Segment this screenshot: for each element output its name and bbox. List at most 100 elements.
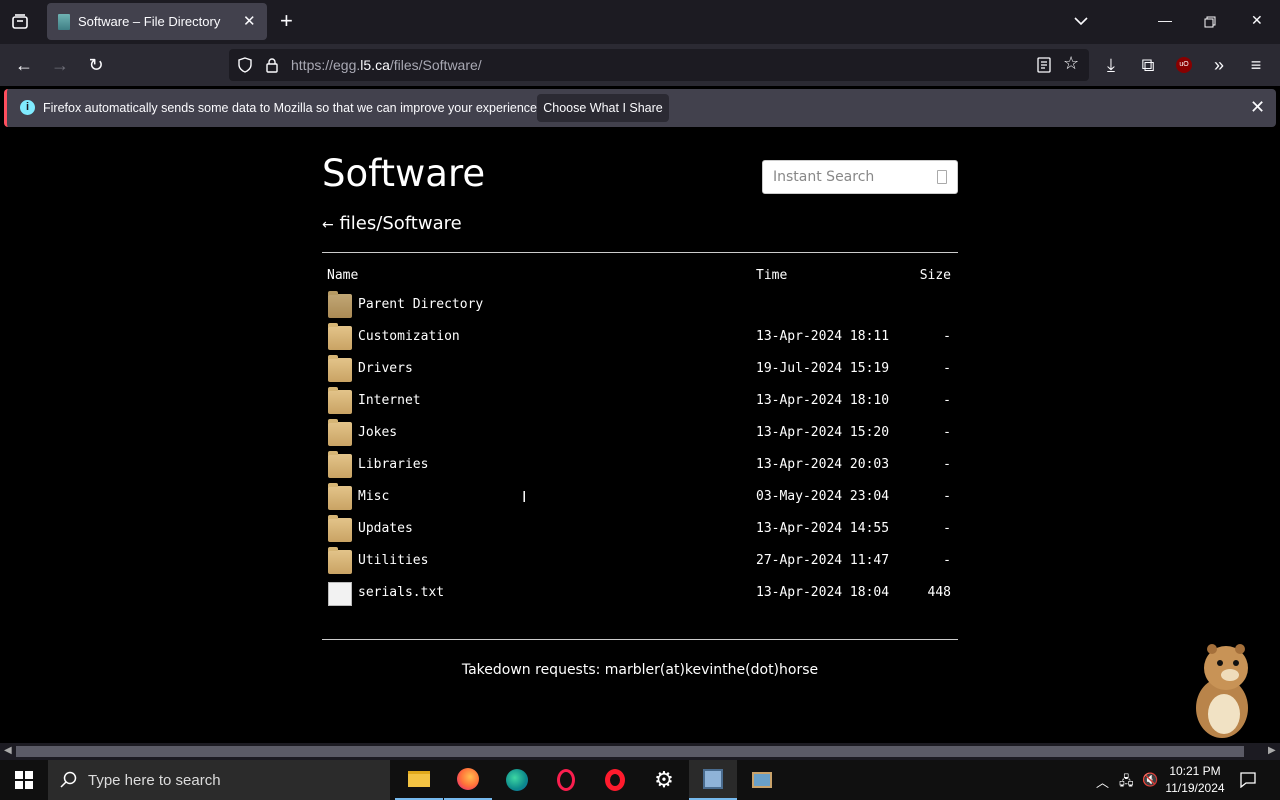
entry-size: -: [943, 553, 951, 568]
choose-what-i-share-button[interactable]: Choose What I Share: [537, 94, 669, 122]
table-row[interactable]: Jokes 13-Apr-2024 15:20 -: [322, 418, 958, 450]
windows-taskbar: Type here to search ⚙ ︿ 🖧 🔇 10:21 PM 11/…: [0, 760, 1280, 800]
list-tabs-chevron-icon[interactable]: [1073, 13, 1089, 29]
entry-name[interactable]: Customization: [358, 329, 460, 344]
column-header-time[interactable]: Time: [756, 268, 787, 283]
hamster-mascot-image: [1196, 644, 1248, 738]
page-favicon-icon: [58, 14, 70, 30]
horizontal-scrollbar[interactable]: ◀ ▶: [0, 743, 1280, 760]
entry-name[interactable]: Internet: [358, 393, 421, 408]
new-tab-button[interactable]: +: [280, 9, 293, 33]
notification-message: Firefox automatically sends some data to…: [43, 101, 541, 115]
breadcrumb[interactable]: ← files/Software: [322, 213, 462, 234]
url-text: https://egg.l5.ca/files/Software/: [291, 57, 482, 73]
parent-directory-row[interactable]: Parent Directory: [322, 290, 958, 322]
taskbar-search-placeholder: Type here to search: [88, 772, 221, 789]
hamburger-menu-icon[interactable]: ≡: [1244, 53, 1268, 77]
settings-app[interactable]: ⚙: [640, 760, 688, 800]
tab-strip: Software – File Directory ✕ + — ✕: [0, 0, 1280, 44]
bookmark-star-icon[interactable]: ☆: [1063, 53, 1079, 74]
entry-name[interactable]: Utilities: [358, 553, 428, 568]
control-panel-icon: [703, 769, 723, 789]
shield-icon[interactable]: [237, 57, 253, 73]
table-row[interactable]: Utilities 27-Apr-2024 11:47 -: [322, 546, 958, 578]
takedown-footer: Takedown requests: marbler(at)kevinthe(d…: [461, 662, 819, 678]
opera-gx-icon: [557, 769, 575, 791]
table-row[interactable]: Libraries 13-Apr-2024 20:03 -: [322, 450, 958, 482]
restore-button[interactable]: [1204, 16, 1216, 28]
divider-top: [322, 252, 958, 253]
table-row[interactable]: Drivers 19-Jul-2024 15:19 -: [322, 354, 958, 386]
firefox-app[interactable]: [444, 760, 492, 800]
downloads-icon[interactable]: ⤓: [1099, 53, 1123, 77]
entry-size: -: [943, 361, 951, 376]
firefox-view-icon[interactable]: [8, 10, 32, 34]
entry-time: 13-Apr-2024 18:04: [756, 585, 890, 600]
entry-name[interactable]: Parent Directory: [358, 297, 483, 312]
url-bar[interactable]: https://egg.l5.ca/files/Software/ ☆: [229, 49, 1089, 81]
table-row[interactable]: Misc 03-May-2024 23:04 -: [322, 482, 958, 514]
column-header-size[interactable]: Size: [920, 268, 951, 283]
folder-icon: [328, 483, 352, 510]
lock-icon[interactable]: [265, 57, 279, 73]
entry-name[interactable]: Updates: [358, 521, 413, 536]
minimize-button[interactable]: —: [1158, 12, 1172, 28]
reader-view-icon[interactable]: [1037, 57, 1051, 73]
tray-overflow-chevron-icon[interactable]: ︿: [1096, 772, 1109, 791]
instant-search-box[interactable]: [762, 160, 958, 194]
volume-muted-icon[interactable]: 🔇: [1142, 772, 1158, 788]
entry-size: -: [943, 489, 951, 504]
network-app[interactable]: [738, 760, 786, 800]
gear-icon: ⚙: [654, 767, 674, 792]
divider-bottom: [322, 639, 958, 640]
start-button[interactable]: [0, 760, 48, 800]
network-tray-icon[interactable]: 🖧: [1119, 772, 1134, 794]
extensions-puzzle-icon[interactable]: ⧉: [1136, 53, 1160, 77]
folder-icon: [328, 419, 352, 446]
opera-gx-app[interactable]: [542, 760, 590, 800]
firefox-icon: [457, 768, 479, 790]
table-row[interactable]: Customization 13-Apr-2024 18:11 -: [322, 322, 958, 354]
instant-search-input[interactable]: [773, 167, 933, 187]
scroll-right-arrow-icon[interactable]: ▶: [1268, 745, 1276, 756]
entry-time: 13-Apr-2024 15:20: [756, 425, 890, 440]
scroll-left-arrow-icon[interactable]: ◀: [4, 745, 12, 756]
taskbar-search-box[interactable]: Type here to search: [48, 760, 390, 800]
clock-date: 11/19/2024: [1165, 781, 1225, 795]
back-arrow-icon[interactable]: ←: [322, 217, 334, 233]
opera-app[interactable]: [591, 760, 639, 800]
entry-name[interactable]: serials.txt: [358, 585, 444, 600]
search-icon: [60, 771, 77, 788]
tab-active[interactable]: Software – File Directory ✕: [47, 3, 267, 40]
ublock-origin-icon[interactable]: uO: [1172, 53, 1196, 77]
column-header-name[interactable]: Name: [327, 268, 358, 283]
table-row[interactable]: Updates 13-Apr-2024 14:55 -: [322, 514, 958, 546]
table-row[interactable]: serials.txt 13-Apr-2024 18:04 448: [322, 578, 958, 610]
overflow-chevrons-icon[interactable]: »: [1207, 53, 1231, 77]
clock-time: 10:21 PM: [1169, 764, 1221, 778]
entry-name[interactable]: Misc: [358, 489, 389, 504]
action-center-notification-icon[interactable]: [1240, 772, 1256, 788]
notification-close-icon[interactable]: ✕: [1250, 97, 1265, 118]
entry-name[interactable]: Libraries: [358, 457, 428, 472]
entry-time: 27-Apr-2024 11:47: [756, 553, 890, 568]
system-clock[interactable]: 10:21 PM 11/19/2024: [1160, 763, 1230, 797]
scrollbar-thumb[interactable]: [16, 746, 1244, 757]
forward-button[interactable]: →: [48, 53, 72, 77]
telemetry-notification-bar: i Firefox automatically sends some data …: [4, 89, 1276, 127]
breadcrumb-path[interactable]: files/Software: [339, 213, 461, 234]
entry-size: -: [943, 521, 951, 536]
parent-folder-icon: [328, 291, 352, 318]
entry-size: -: [943, 329, 951, 344]
entry-name[interactable]: Jokes: [358, 425, 397, 440]
file-explorer-app[interactable]: [395, 760, 443, 800]
entry-size: 448: [927, 585, 951, 600]
tab-close-icon[interactable]: ✕: [243, 12, 256, 30]
close-window-button[interactable]: ✕: [1251, 12, 1263, 29]
reload-button[interactable]: ↻: [84, 53, 108, 77]
table-row[interactable]: Internet 13-Apr-2024 18:10 -: [322, 386, 958, 418]
control-panel-app[interactable]: [689, 760, 737, 800]
back-button[interactable]: ←: [12, 53, 36, 77]
entry-name[interactable]: Drivers: [358, 361, 413, 376]
edge-app[interactable]: [493, 760, 541, 800]
